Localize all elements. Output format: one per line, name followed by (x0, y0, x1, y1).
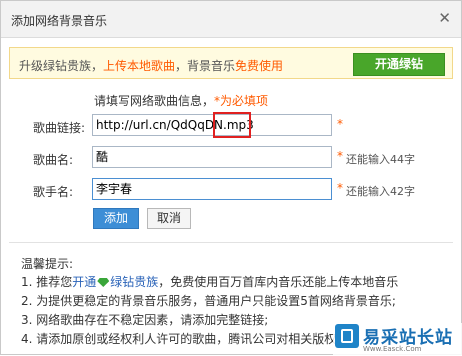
promo-middle-text: ，背景音乐 (175, 59, 236, 73)
add-button[interactable]: 添加 (93, 208, 139, 229)
promo-prefix: 升级绿钻贵族， (19, 59, 104, 73)
close-icon[interactable]: ✕ (438, 10, 451, 26)
mp3-highlight-box (213, 112, 251, 138)
song-url-input[interactable]: http://url.cn/QdQqDN.mp3 (92, 114, 332, 136)
watermark-subtext: Www.Easck.Com (363, 345, 422, 353)
name-required-mark: * (337, 149, 343, 163)
song-name-label: 歌曲名: (33, 153, 74, 167)
song-url-label: 歌曲链接: (33, 121, 86, 135)
hint-text: 请填写网络歌曲信息， (94, 94, 215, 108)
hint-required: *为必填项 (214, 94, 269, 108)
tip1-open-link[interactable]: 开通 (72, 275, 96, 289)
promo-text: 升级绿钻贵族，上传本地歌曲，背景音乐免费使用 (19, 57, 283, 74)
singer-input[interactable]: 李宇春 (92, 178, 332, 200)
tip-2: 2. 为提供更稳定的背景音乐服务，普通用户只能设置5首网络背景音乐; (21, 294, 396, 308)
tip1-prefix: 1. 推荐您 (21, 275, 73, 289)
promo-upload-text: 上传本地歌曲 (103, 59, 176, 73)
tip-3: 3. 网络歌曲存在不稳定因素，请添加完整链接; (21, 313, 269, 327)
green-diamond-icon (97, 278, 110, 287)
dialog-title: 添加网络背景音乐 (11, 14, 108, 28)
singer-required-mark: * (337, 181, 343, 195)
promo-free-text: 免费使用 (235, 59, 284, 73)
song-name-input[interactable]: 酷 (92, 146, 332, 168)
promo-banner: 升级绿钻贵族，上传本地歌曲，背景音乐免费使用 开通绿钻 (9, 47, 453, 79)
tip1-suffix: ，免费使用百万首库内音乐还能上传本地音乐 (158, 275, 399, 289)
watermark-logo-icon (335, 324, 359, 348)
tips-title: 温馨提示: (21, 257, 74, 271)
singer-label: 歌手名: (33, 185, 74, 199)
tip1-green-diamond-link[interactable]: 绿钻贵族 (110, 275, 158, 289)
tip-4: 4. 请添加原创或经权利人许可的歌曲，腾讯公司对相关版权 (21, 332, 337, 346)
dialog-titlebar: 添加网络背景音乐 ✕ (1, 1, 461, 38)
divider (9, 242, 453, 243)
singer-remaining-count: 还能输入42字 (346, 185, 415, 198)
url-required-mark: * (337, 117, 343, 131)
name-remaining-count: 还能输入44字 (346, 153, 415, 166)
cancel-button[interactable]: 取消 (147, 208, 191, 229)
open-green-diamond-button[interactable]: 开通绿钻 (353, 53, 445, 76)
tip-1: 1. 推荐您开通 绿钻贵族，免费使用百万首库内音乐还能上传本地音乐 (21, 273, 398, 290)
form-hint: 请填写网络歌曲信息，*为必填项 (94, 92, 268, 109)
dialog: 添加网络背景音乐 ✕ 升级绿钻贵族，上传本地歌曲，背景音乐免费使用 开通绿钻 请… (0, 0, 462, 356)
